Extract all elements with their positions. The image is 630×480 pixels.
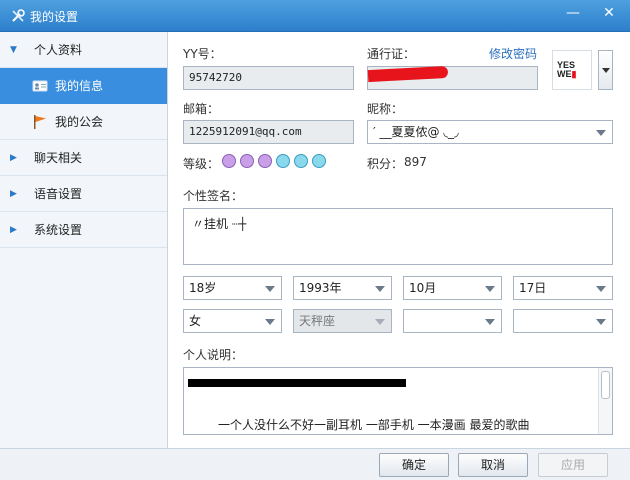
collapsed-arrow-icon: ▶ [10, 225, 17, 235]
scrollbar-thumb[interactable] [601, 371, 610, 399]
points-label: 积分： [367, 157, 404, 171]
footer: 确定 取消 应用 [0, 448, 630, 480]
sidebar-item-label: 我的信息 [55, 79, 104, 93]
sidebar-section-voice[interactable]: ▶ 语音设置 [0, 176, 167, 212]
gender-value: 女 [189, 314, 202, 328]
close-button[interactable]: ✕ [598, 4, 620, 22]
sidebar-item-label: 我的公会 [55, 115, 104, 129]
sidebar-section-chat[interactable]: ▶ 聊天相关 [0, 140, 167, 176]
title-bar: 我的设置 — ✕ [0, 0, 630, 32]
chevron-down-icon [602, 68, 610, 73]
sidebar-section-label: 聊天相关 [34, 151, 83, 165]
change-password-link[interactable]: 修改密码 [489, 45, 537, 62]
chevron-down-icon [485, 319, 495, 325]
birth-year-select[interactable]: 1993年 [293, 276, 392, 300]
birth-month-value: 10月 [409, 281, 437, 295]
redaction-bar [188, 379, 406, 387]
redaction-mark [367, 65, 449, 83]
age-value: 18岁 [189, 281, 217, 295]
window-title: 我的设置 [30, 10, 79, 24]
province-select[interactable] [403, 309, 502, 333]
nickname-value: ′ __夏夏侬@ ◟_◞ [373, 125, 459, 139]
bio-textarea[interactable]: 一个人没什么不好一副耳机 一部手机 一本漫画 最爱的歌曲 [183, 367, 613, 435]
chevron-down-icon [596, 319, 606, 325]
points-value: 897 [404, 155, 427, 169]
chevron-down-icon [485, 286, 495, 292]
crown-icon [240, 153, 254, 168]
avatar[interactable]: YES WE▮ [552, 50, 592, 90]
diamond-icon [294, 153, 308, 168]
level-icons [222, 153, 330, 169]
crown-icon [222, 153, 236, 168]
passport-label: 通行证： [367, 47, 416, 61]
tools-icon [12, 9, 25, 22]
zodiac-select: 天秤座 [293, 309, 392, 333]
birth-day-select[interactable]: 17日 [513, 276, 613, 300]
email-field: 1225912091@qq.com [183, 120, 354, 144]
collapsed-arrow-icon: ▶ [10, 189, 17, 199]
nickname-label: 昵称： [367, 102, 404, 116]
cancel-button[interactable]: 取消 [458, 453, 528, 477]
minimize-button[interactable]: — [562, 4, 584, 22]
yy-label: YY号： [183, 47, 222, 61]
sidebar-section-profile[interactable]: ▼ 个人资料 [0, 32, 167, 68]
chevron-down-icon [375, 319, 385, 325]
ok-button[interactable]: 确定 [379, 453, 449, 477]
chevron-down-icon [375, 286, 385, 292]
chevron-down-icon [596, 130, 606, 136]
sidebar-section-label: 个人资料 [34, 43, 83, 57]
zodiac-value: 天秤座 [299, 314, 336, 328]
bio-label: 个人说明： [183, 348, 244, 362]
email-label: 邮箱： [183, 102, 220, 116]
bio-text: 一个人没什么不好一副耳机 一部手机 一本漫画 最爱的歌曲 [218, 418, 530, 432]
flag-icon [34, 115, 46, 129]
scrollbar[interactable] [598, 368, 612, 434]
collapsed-arrow-icon: ▶ [10, 153, 17, 163]
apply-button: 应用 [538, 453, 608, 477]
expanded-arrow-icon: ▼ [10, 45, 17, 55]
passport-field [367, 65, 538, 90]
diamond-icon [312, 153, 326, 168]
level-label: 等级： [183, 157, 220, 171]
chevron-down-icon [265, 286, 275, 292]
avatar-dropdown-button[interactable] [598, 50, 613, 90]
nickname-input[interactable]: ′ __夏夏侬@ ◟_◞ [367, 120, 613, 144]
chevron-down-icon [265, 319, 275, 325]
chevron-down-icon [596, 286, 606, 292]
yy-number-field: 95742720 [183, 66, 354, 90]
sidebar-item-my-info[interactable]: 我的信息 [0, 68, 167, 104]
sidebar: ▼ 个人资料 我的信息 我的公会 ▶ 聊天相关 ▶ 语音设置 ▶ 系统设置 [0, 32, 168, 448]
diamond-icon [276, 153, 290, 168]
birth-month-select[interactable]: 10月 [403, 276, 502, 300]
city-select[interactable] [513, 309, 613, 333]
signature-text: 〃挂机 ┈┼ [192, 217, 247, 231]
sidebar-section-system[interactable]: ▶ 系统设置 [0, 212, 167, 248]
gender-select[interactable]: 女 [183, 309, 282, 333]
sidebar-section-label: 系统设置 [34, 223, 83, 237]
birth-year-value: 1993年 [299, 281, 342, 295]
signature-label: 个性签名： [183, 189, 244, 203]
signature-textarea[interactable]: 〃挂机 ┈┼ [183, 208, 613, 265]
birth-day-value: 17日 [519, 281, 547, 295]
sidebar-item-my-guild[interactable]: 我的公会 [0, 104, 167, 140]
id-card-icon [32, 80, 48, 92]
crown-icon [258, 153, 272, 168]
logo-text: WE▮ [557, 69, 577, 79]
sidebar-section-label: 语音设置 [34, 187, 83, 201]
age-select[interactable]: 18岁 [183, 276, 282, 300]
